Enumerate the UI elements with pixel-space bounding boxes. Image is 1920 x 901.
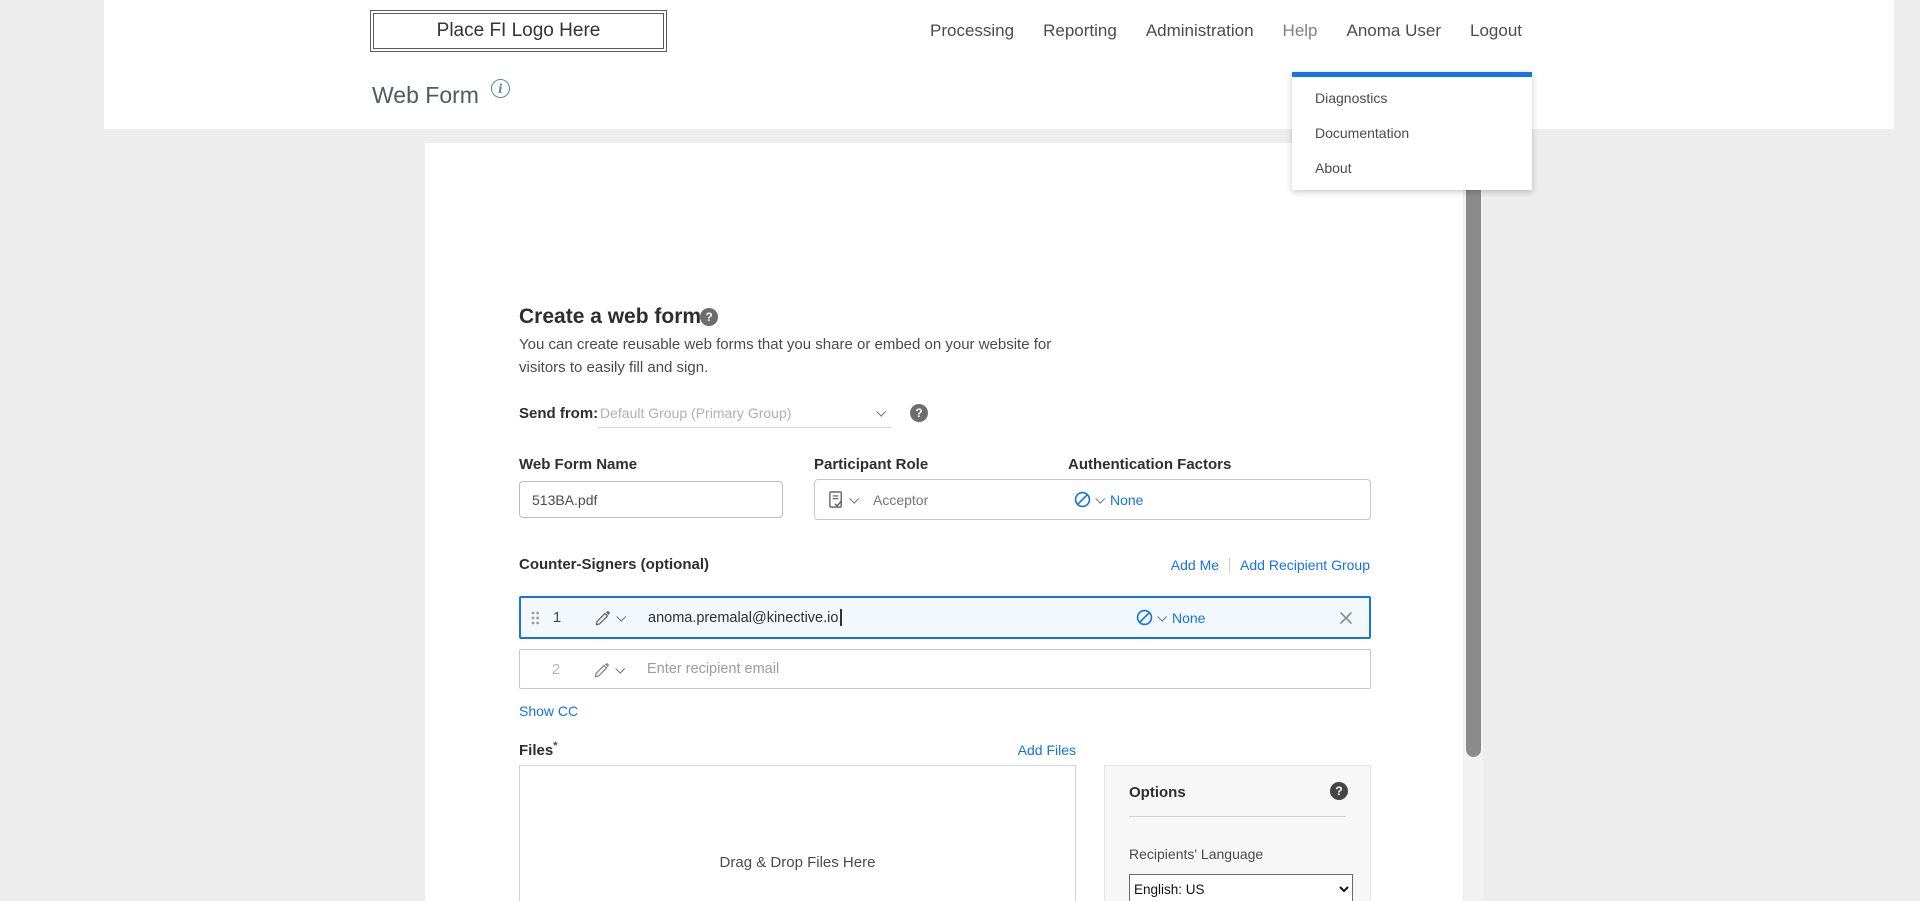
top-nav: Processing Reporting Administration Help… — [930, 0, 1522, 62]
signer-row-number: 2 — [545, 661, 567, 678]
web-form-name-label: Web Form Name — [519, 456, 637, 473]
recipients-language-select[interactable]: English: US — [1129, 874, 1353, 901]
help-menu-item-about[interactable]: About — [1292, 151, 1532, 186]
chevron-down-icon — [615, 663, 625, 673]
auth-factors-control: None — [1073, 480, 1143, 519]
remove-signer-button[interactable] — [1339, 611, 1353, 625]
fi-logo-text: Place FI Logo Here — [437, 20, 601, 42]
help-glyph: ? — [915, 406, 922, 420]
participant-role-box: Acceptor None — [814, 479, 1371, 520]
nav-logout[interactable]: Logout — [1470, 21, 1522, 41]
page-title: Web Form — [372, 82, 479, 109]
files-label-text: Files — [519, 742, 553, 759]
participant-role-label: Participant Role — [814, 456, 928, 473]
fi-logo-placeholder: Place FI Logo Here — [370, 10, 667, 52]
signer-type-dropdown[interactable] — [594, 608, 624, 627]
file-dropzone[interactable]: Drag & Drop Files Here — [519, 765, 1076, 901]
participant-role-value: Acceptor — [873, 492, 928, 508]
dropzone-text: Drag & Drop Files Here — [520, 854, 1075, 871]
chevron-down-icon — [849, 494, 859, 504]
required-asterisk: * — [553, 740, 557, 752]
form-description: You can create reusable web forms that y… — [519, 333, 1071, 379]
chevron-down-icon — [1157, 612, 1167, 622]
divider — [1229, 558, 1230, 573]
nav-administration[interactable]: Administration — [1146, 21, 1254, 41]
help-menu-item-diagnostics[interactable]: Diagnostics — [1292, 81, 1532, 116]
app-header: Place FI Logo Here Processing Reporting … — [104, 0, 1894, 129]
heading-help-icon[interactable]: ? — [700, 308, 718, 326]
nav-processing[interactable]: Processing — [930, 21, 1014, 41]
help-menu-item-documentation[interactable]: Documentation — [1292, 116, 1532, 151]
chevron-down-icon — [616, 612, 626, 622]
add-recipient-group-link[interactable]: Add Recipient Group — [1240, 557, 1370, 573]
close-icon — [1339, 611, 1353, 625]
pen-icon — [593, 660, 612, 679]
create-web-form-panel: Create a web form ? You can create reusa… — [425, 143, 1463, 901]
participant-role-dropdown[interactable] — [827, 490, 857, 509]
add-files-link[interactable]: Add Files — [1018, 742, 1076, 758]
chevron-down-icon — [876, 407, 886, 417]
options-panel: Options ? Recipients' Language English: … — [1104, 765, 1371, 901]
row-auth-control: None — [1135, 598, 1205, 637]
help-glyph: ? — [705, 310, 712, 324]
divider — [1129, 816, 1346, 817]
auth-factors-dropdown[interactable] — [1073, 490, 1103, 509]
recipient-email-field[interactable]: Enter recipient email — [647, 661, 779, 677]
page-title-row: Web Form i — [372, 62, 510, 129]
signer-row-1: 1 anoma.premalal@kinective.io None — [519, 596, 1371, 639]
send-from-value: Default Group (Primary Group) — [600, 405, 791, 421]
auth-factors-value[interactable]: None — [1110, 492, 1143, 508]
options-help-icon[interactable]: ? — [1330, 782, 1348, 800]
recipient-email-field[interactable]: anoma.premalal@kinective.io — [648, 609, 842, 626]
send-from-dropdown[interactable]: Default Group (Primary Group) — [598, 398, 892, 428]
counter-signers-actions: Add Me Add Recipient Group — [1171, 557, 1370, 573]
signer-row-number: 1 — [546, 609, 568, 626]
show-cc-link[interactable]: Show CC — [519, 703, 578, 719]
signer-row-2: 2 Enter recipient email — [519, 649, 1371, 689]
recipient-email-value: anoma.premalal@kinective.io — [648, 610, 838, 626]
info-icon-glyph: i — [498, 82, 503, 96]
counter-signers-title: Counter-Signers (optional) — [519, 556, 709, 573]
web-form-name-input[interactable] — [519, 481, 783, 518]
prohibition-icon — [1135, 608, 1154, 627]
send-from-label: Send from: — [519, 405, 598, 422]
auth-factors-label: Authentication Factors — [1068, 456, 1231, 473]
recipients-language-label: Recipients' Language — [1129, 846, 1263, 862]
info-icon[interactable]: i — [491, 79, 510, 98]
fill-sign-doc-icon — [827, 490, 846, 509]
form-heading: Create a web form — [519, 305, 701, 329]
signer-type-dropdown[interactable] — [593, 660, 623, 679]
options-title: Options — [1129, 784, 1186, 801]
files-label: Files* — [519, 740, 557, 759]
nav-user-menu[interactable]: Anoma User — [1347, 21, 1441, 41]
row-auth-dropdown[interactable] — [1135, 608, 1165, 627]
scrollbar-thumb[interactable] — [1466, 137, 1481, 757]
chevron-down-icon — [1095, 494, 1105, 504]
pen-icon — [594, 608, 613, 627]
add-me-link[interactable]: Add Me — [1171, 557, 1219, 573]
prohibition-icon — [1073, 490, 1092, 509]
nav-reporting[interactable]: Reporting — [1043, 21, 1117, 41]
row-auth-value[interactable]: None — [1172, 610, 1205, 626]
send-from-help-icon[interactable]: ? — [910, 404, 928, 422]
help-glyph: ? — [1335, 784, 1342, 798]
text-cursor — [840, 609, 842, 626]
drag-handle-icon[interactable] — [530, 610, 540, 626]
help-dropdown-menu: Diagnostics Documentation About — [1292, 72, 1532, 190]
nav-help[interactable]: Help — [1283, 21, 1318, 41]
